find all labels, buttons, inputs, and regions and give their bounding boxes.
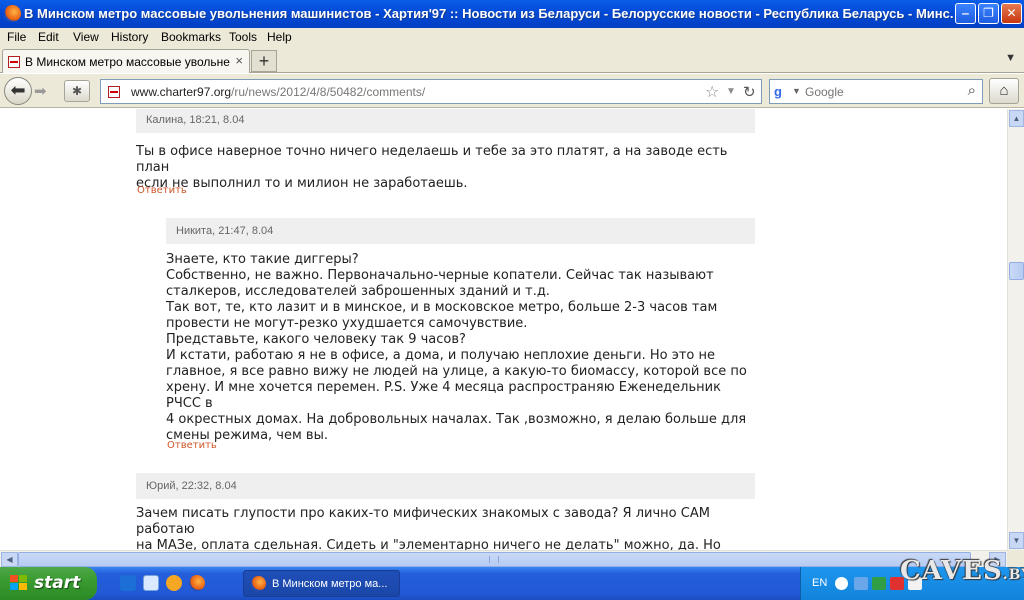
- menu-history[interactable]: History: [111, 30, 148, 44]
- taskbar: start В Минском метро ма... EN: [0, 567, 1024, 600]
- tab-strip: В Минском метро массовые увольнения ма..…: [0, 46, 1024, 73]
- watermark-suffix: .BY: [1002, 567, 1024, 583]
- new-tab-button[interactable]: +: [251, 50, 277, 72]
- taskbar-firefox-window[interactable]: В Минском метро ма...: [243, 570, 400, 597]
- comment-author: Юрий, 22:32, 8.04: [136, 473, 755, 499]
- site-favicon-icon: [108, 86, 120, 98]
- menu-bookmarks[interactable]: Bookmarks: [161, 30, 221, 44]
- forward-button[interactable]: ➡: [34, 82, 47, 100]
- taskbar-task-label: В Минском метро ма...: [272, 578, 388, 590]
- tab-article[interactable]: В Минском метро массовые увольнения ма..…: [2, 49, 250, 73]
- watermark-main: CAVES: [900, 556, 1003, 586]
- firefox-icon[interactable]: [189, 575, 205, 591]
- comment-text: Зачем писать глупости про каких-то мифич…: [136, 506, 721, 550]
- scroll-down-icon[interactable]: ▼: [1009, 532, 1024, 549]
- comment-author: Никита, 21:47, 8.04: [166, 218, 755, 244]
- firefox-icon: [4, 5, 21, 22]
- language-indicator[interactable]: EN: [812, 577, 827, 589]
- arrow-left-icon: ⬅: [10, 80, 26, 100]
- start-label: start: [34, 573, 81, 593]
- ie-icon[interactable]: [120, 575, 136, 591]
- maximize-button[interactable]: ❐: [978, 3, 999, 24]
- tab-close-icon[interactable]: ×: [235, 53, 243, 68]
- url-dropdown-chevron-icon[interactable]: ▼: [726, 86, 736, 97]
- scroll-up-icon[interactable]: ▲: [1009, 110, 1024, 127]
- tray-app-icon[interactable]: [872, 577, 886, 590]
- network-icon[interactable]: [854, 577, 868, 590]
- vertical-scroll-thumb[interactable]: [1009, 262, 1024, 280]
- home-button[interactable]: ⌂: [989, 78, 1019, 104]
- media-player-icon[interactable]: [166, 575, 182, 591]
- url-path: /ru/news/2012/4/8/50482/comments/: [231, 85, 426, 99]
- google-logo-icon[interactable]: g: [774, 84, 790, 100]
- menu-file[interactable]: File: [7, 30, 26, 44]
- minimize-button[interactable]: ‒: [955, 3, 976, 24]
- tray-expand-icon[interactable]: [835, 577, 848, 590]
- tab-list-chevron-icon[interactable]: ▼: [1005, 52, 1016, 64]
- comment-author: Калина, 18:21, 8.04: [136, 109, 755, 133]
- comment-text: Знаете, кто такие диггеры? Собственно, н…: [166, 252, 747, 443]
- tab-label: В Минском метро массовые увольнения ма..…: [25, 55, 230, 69]
- site-watermark: CAVES.BY: [900, 556, 1024, 586]
- arrow-right-icon: ➡: [34, 83, 47, 100]
- vertical-scrollbar[interactable]: ▲ ▼: [1007, 109, 1024, 550]
- addon-toolbar-button[interactable]: ✱: [64, 80, 90, 102]
- menu-edit[interactable]: Edit: [38, 30, 59, 44]
- horizontal-scroll-thumb[interactable]: [18, 552, 971, 567]
- bookmark-star-icon[interactable]: ☆: [705, 82, 719, 102]
- magnifier-icon[interactable]: ⌕: [968, 82, 976, 99]
- menu-bar: File Edit View History Bookmarks Tools H…: [0, 28, 1024, 46]
- start-button[interactable]: start: [0, 567, 97, 600]
- scroll-grip-icon: [489, 556, 499, 563]
- page-content: Калина, 18:21, 8.04 Ты в офисе наверное …: [0, 109, 1007, 550]
- menu-tools[interactable]: Tools: [229, 30, 257, 44]
- comment-item: Калина, 18:21, 8.04: [136, 109, 755, 133]
- menu-view[interactable]: View: [73, 30, 99, 44]
- reply-link[interactable]: Ответить: [167, 440, 217, 451]
- puzzle-icon: ✱: [71, 84, 83, 98]
- scroll-left-icon[interactable]: ◀: [1, 552, 18, 567]
- window-title: В Минском метро массовые увольнения маши…: [24, 6, 954, 21]
- url-host: www.charter97.org: [131, 85, 232, 99]
- home-icon: ⌂: [999, 82, 1009, 99]
- firefox-icon: [251, 576, 266, 591]
- comment-text: Ты в офисе наверное точно ничего неделае…: [136, 144, 728, 191]
- search-input[interactable]: [805, 83, 955, 100]
- reply-link[interactable]: Ответить: [137, 185, 187, 196]
- horizontal-scrollbar[interactable]: ◀ ▶: [0, 550, 1007, 567]
- address-bar[interactable]: www.charter97.org/ru/news/2012/4/8/50482…: [100, 79, 762, 104]
- reload-icon[interactable]: ↻: [743, 83, 756, 101]
- url-text[interactable]: www.charter97.org/ru/news/2012/4/8/50482…: [131, 85, 425, 99]
- desktop-icon[interactable]: [143, 575, 159, 591]
- back-button[interactable]: ⬅: [4, 77, 32, 105]
- windows-flag-icon: [10, 575, 28, 592]
- site-favicon-icon: [8, 56, 20, 68]
- window-titlebar[interactable]: В Минском метро массовые увольнения маши…: [0, 0, 1024, 28]
- navigation-toolbar: ⬅ ➡ ✱ www.charter97.org/ru/news/2012/4/8…: [0, 74, 1024, 108]
- search-engine-chevron-icon[interactable]: ▼: [792, 86, 801, 96]
- menu-help[interactable]: Help: [267, 30, 292, 44]
- close-button[interactable]: ✕: [1001, 3, 1022, 24]
- search-bar[interactable]: g ▼ ⌕: [769, 79, 983, 104]
